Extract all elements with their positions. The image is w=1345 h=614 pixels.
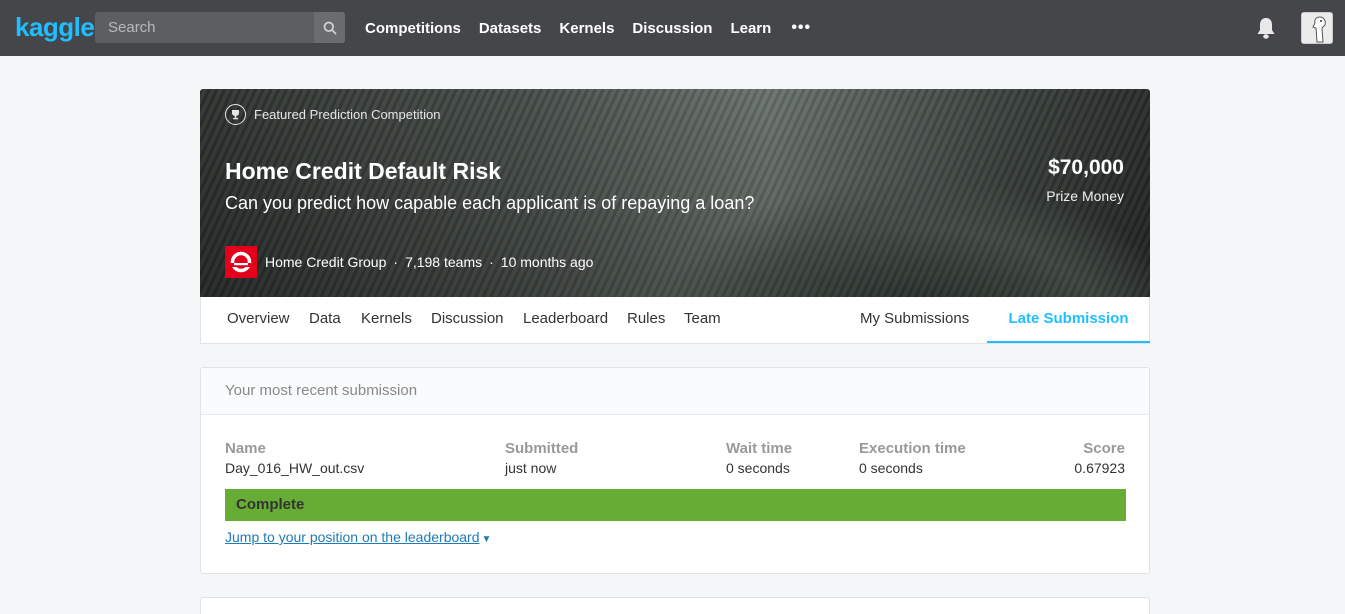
host-info: Home Credit Group · 7,198 teams · 10 mon…: [225, 246, 593, 278]
search-icon: [323, 21, 337, 35]
notification-bell-icon[interactable]: [1255, 16, 1277, 40]
tab-rules[interactable]: Rules: [627, 297, 665, 343]
featured-label: Featured Prediction Competition: [254, 107, 441, 122]
main-nav: Competitions Datasets Kernels Discussion…: [365, 0, 811, 56]
submission-filename: Day_016_HW_out.csv: [225, 460, 365, 476]
nav-kernels[interactable]: Kernels: [559, 20, 614, 37]
submitted-column: Submitted just now: [505, 440, 578, 476]
kaggle-logo[interactable]: kaggle: [15, 12, 95, 43]
nav-learn[interactable]: Learn: [730, 20, 771, 37]
home-credit-logo[interactable]: [225, 246, 257, 278]
search-button[interactable]: [314, 12, 345, 43]
separator: ·: [393, 254, 399, 270]
competition-header: Featured Prediction Competition Home Cre…: [200, 89, 1150, 297]
jump-link-label[interactable]: Jump to your position on the leaderboard: [225, 529, 480, 545]
jump-to-leaderboard-link[interactable]: Jump to your position on the leaderboard…: [225, 529, 491, 545]
late-submission-button[interactable]: Late Submission: [987, 297, 1150, 343]
wait-time-column: Wait time 0 seconds: [726, 440, 792, 476]
top-navbar: kaggle Competitions Datasets Kernels Dis…: [0, 0, 1345, 56]
column-header: Score: [1083, 440, 1125, 457]
user-avatar[interactable]: [1301, 12, 1333, 44]
wait-time-value: 0 seconds: [726, 460, 790, 476]
score-value: 0.67923: [1074, 460, 1125, 476]
column-header: Execution time: [859, 440, 966, 457]
execution-time-value: 0 seconds: [859, 460, 923, 476]
column-header: Name: [225, 440, 266, 457]
host-name[interactable]: Home Credit Group: [265, 254, 386, 270]
competition-tabs: Overview Data Kernels Discussion Leaderb…: [200, 297, 1150, 344]
competition-title: Home Credit Default Risk: [225, 158, 502, 184]
nav-discussion[interactable]: Discussion: [632, 20, 712, 37]
prize-amount: $70,000: [1048, 156, 1124, 179]
trophy-icon: [225, 104, 246, 125]
tab-my-submissions[interactable]: My Submissions: [860, 297, 969, 343]
status-bar: Complete: [225, 489, 1126, 521]
team-count: 7,198 teams: [405, 254, 483, 270]
competition-subtitle: Can you predict how capable each applica…: [225, 193, 755, 213]
next-card: [200, 597, 1150, 614]
score-column: Score 0.67923: [1074, 440, 1125, 476]
nav-datasets[interactable]: Datasets: [479, 20, 542, 37]
more-icon[interactable]: •••: [791, 19, 811, 37]
search-box: [95, 12, 345, 43]
avatar-image: [1302, 13, 1332, 43]
column-header: Wait time: [726, 440, 793, 457]
tab-discussion[interactable]: Discussion: [431, 297, 504, 343]
prize-label: Prize Money: [1046, 188, 1124, 204]
submission-name-column: Name Day_016_HW_out.csv: [225, 440, 364, 476]
card-heading: Your most recent submission: [201, 368, 1149, 415]
caret-down-icon[interactable]: ▼: [482, 534, 492, 545]
competition-age: 10 months ago: [500, 254, 594, 270]
tab-data[interactable]: Data: [309, 297, 341, 343]
tab-kernels[interactable]: Kernels: [361, 297, 412, 343]
prize-block: $70,000 Prize Money: [1046, 156, 1124, 204]
tab-leaderboard[interactable]: Leaderboard: [523, 297, 608, 343]
search-input[interactable]: [95, 12, 313, 43]
execution-time-column: Execution time 0 seconds: [859, 440, 966, 476]
tab-team[interactable]: Team: [684, 297, 721, 343]
column-header: Submitted: [505, 440, 579, 457]
featured-badge: Featured Prediction Competition: [225, 104, 440, 125]
tab-overview[interactable]: Overview: [227, 297, 290, 343]
recent-submission-card: Your most recent submission Name Day_016…: [200, 367, 1150, 574]
submitted-time: just now: [505, 460, 557, 476]
nav-competitions[interactable]: Competitions: [365, 20, 461, 37]
separator: ·: [489, 254, 494, 270]
